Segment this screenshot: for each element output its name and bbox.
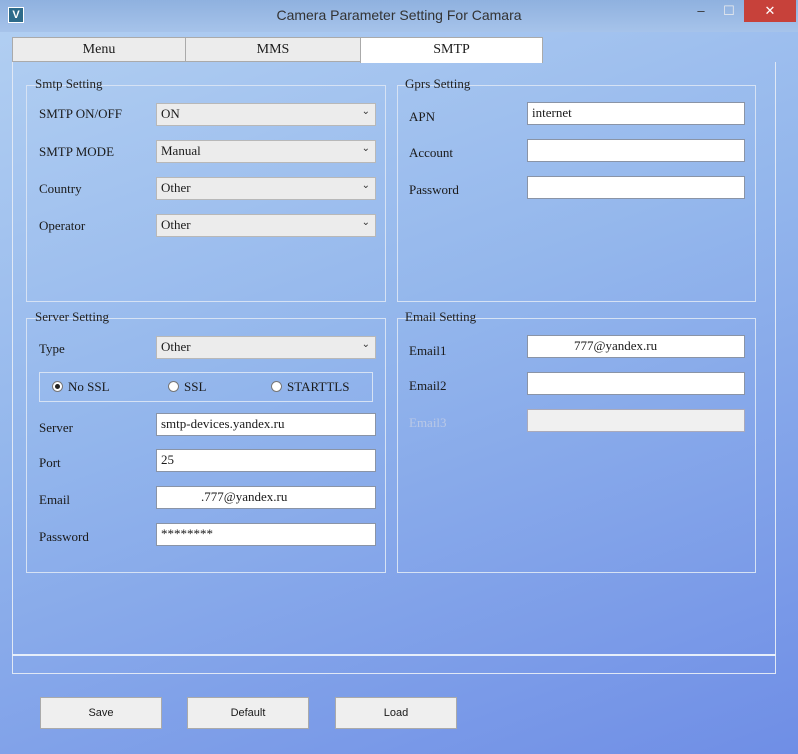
- radio-icon: [168, 381, 179, 392]
- port-label: Port: [39, 455, 61, 470]
- country-select[interactable]: Other ⌄: [156, 177, 376, 200]
- email3-input: [527, 409, 745, 432]
- radio-label: SSL: [184, 379, 207, 394]
- email-input[interactable]: .777@yandex.ru: [156, 486, 376, 509]
- smtp-onoff-select[interactable]: ON ⌄: [156, 103, 376, 126]
- smtp-mode-label: SMTP MODE: [39, 144, 115, 159]
- country-value: Other: [161, 180, 191, 195]
- smtp-mode-value: Manual: [161, 143, 201, 158]
- apn-input[interactable]: internet: [527, 102, 745, 125]
- radio-ssl[interactable]: SSL: [168, 379, 206, 395]
- email-setting-title: Email Setting: [405, 309, 477, 324]
- chevron-down-icon: ⌄: [361, 106, 370, 117]
- smtp-onoff-value: ON: [161, 106, 180, 121]
- gprs-password-input[interactable]: [527, 176, 745, 199]
- save-button[interactable]: Save: [40, 697, 162, 729]
- server-input[interactable]: smtp-devices.yandex.ru: [156, 413, 376, 436]
- email1-label: Email1: [409, 343, 447, 358]
- operator-label: Operator: [39, 218, 86, 233]
- minimize-button[interactable]: ‒: [688, 0, 714, 22]
- chevron-down-icon: ⌄: [361, 339, 370, 350]
- account-label: Account: [409, 145, 454, 160]
- close-button[interactable]: ✕: [744, 0, 796, 22]
- password-input[interactable]: ********: [156, 523, 376, 546]
- divider: [12, 654, 776, 656]
- gprs-setting-title: Gprs Setting: [405, 76, 471, 91]
- type-label: Type: [39, 341, 65, 356]
- chevron-down-icon: ⌄: [361, 217, 370, 228]
- port-input[interactable]: 25: [156, 449, 376, 472]
- smtp-mode-select[interactable]: Manual ⌄: [156, 140, 376, 163]
- operator-select[interactable]: Other ⌄: [156, 214, 376, 237]
- server-setting-title: Server Setting: [35, 309, 110, 324]
- password-label: Password: [39, 529, 89, 544]
- email1-input[interactable]: 777@yandex.ru: [527, 335, 745, 358]
- email2-label: Email2: [409, 378, 447, 393]
- radio-label: No SSL: [68, 379, 110, 394]
- radio-icon: [271, 381, 282, 392]
- load-button[interactable]: Load: [335, 697, 457, 729]
- default-button[interactable]: Default: [187, 697, 309, 729]
- chevron-down-icon: ⌄: [361, 143, 370, 154]
- radio-no-ssl[interactable]: No SSL: [52, 379, 110, 395]
- window-title: Camera Parameter Setting For Camara: [276, 7, 522, 23]
- tab-menu[interactable]: Menu: [12, 37, 186, 62]
- gprs-password-label: Password: [409, 182, 459, 197]
- tab-mms[interactable]: MMS: [185, 37, 361, 62]
- server-label: Server: [39, 420, 73, 435]
- operator-value: Other: [161, 217, 191, 232]
- type-value: Other: [161, 339, 191, 354]
- radio-starttls[interactable]: STARTTLS: [271, 379, 349, 395]
- apn-label: APN: [409, 109, 436, 124]
- email-label: Email: [39, 492, 71, 507]
- tab-smtp[interactable]: SMTP: [360, 37, 543, 63]
- account-input[interactable]: [527, 139, 745, 162]
- country-label: Country: [39, 181, 82, 196]
- email3-label: Email3: [409, 415, 447, 430]
- radio-label: STARTTLS: [287, 379, 350, 394]
- smtp-setting-title: Smtp Setting: [35, 76, 103, 91]
- radio-selected-icon: [52, 381, 63, 392]
- smtp-onoff-label: SMTP ON/OFF: [39, 106, 122, 121]
- email2-input[interactable]: [527, 372, 745, 395]
- chevron-down-icon: ⌄: [361, 180, 370, 191]
- maximize-button[interactable]: ☐: [716, 0, 742, 22]
- type-select[interactable]: Other ⌄: [156, 336, 376, 359]
